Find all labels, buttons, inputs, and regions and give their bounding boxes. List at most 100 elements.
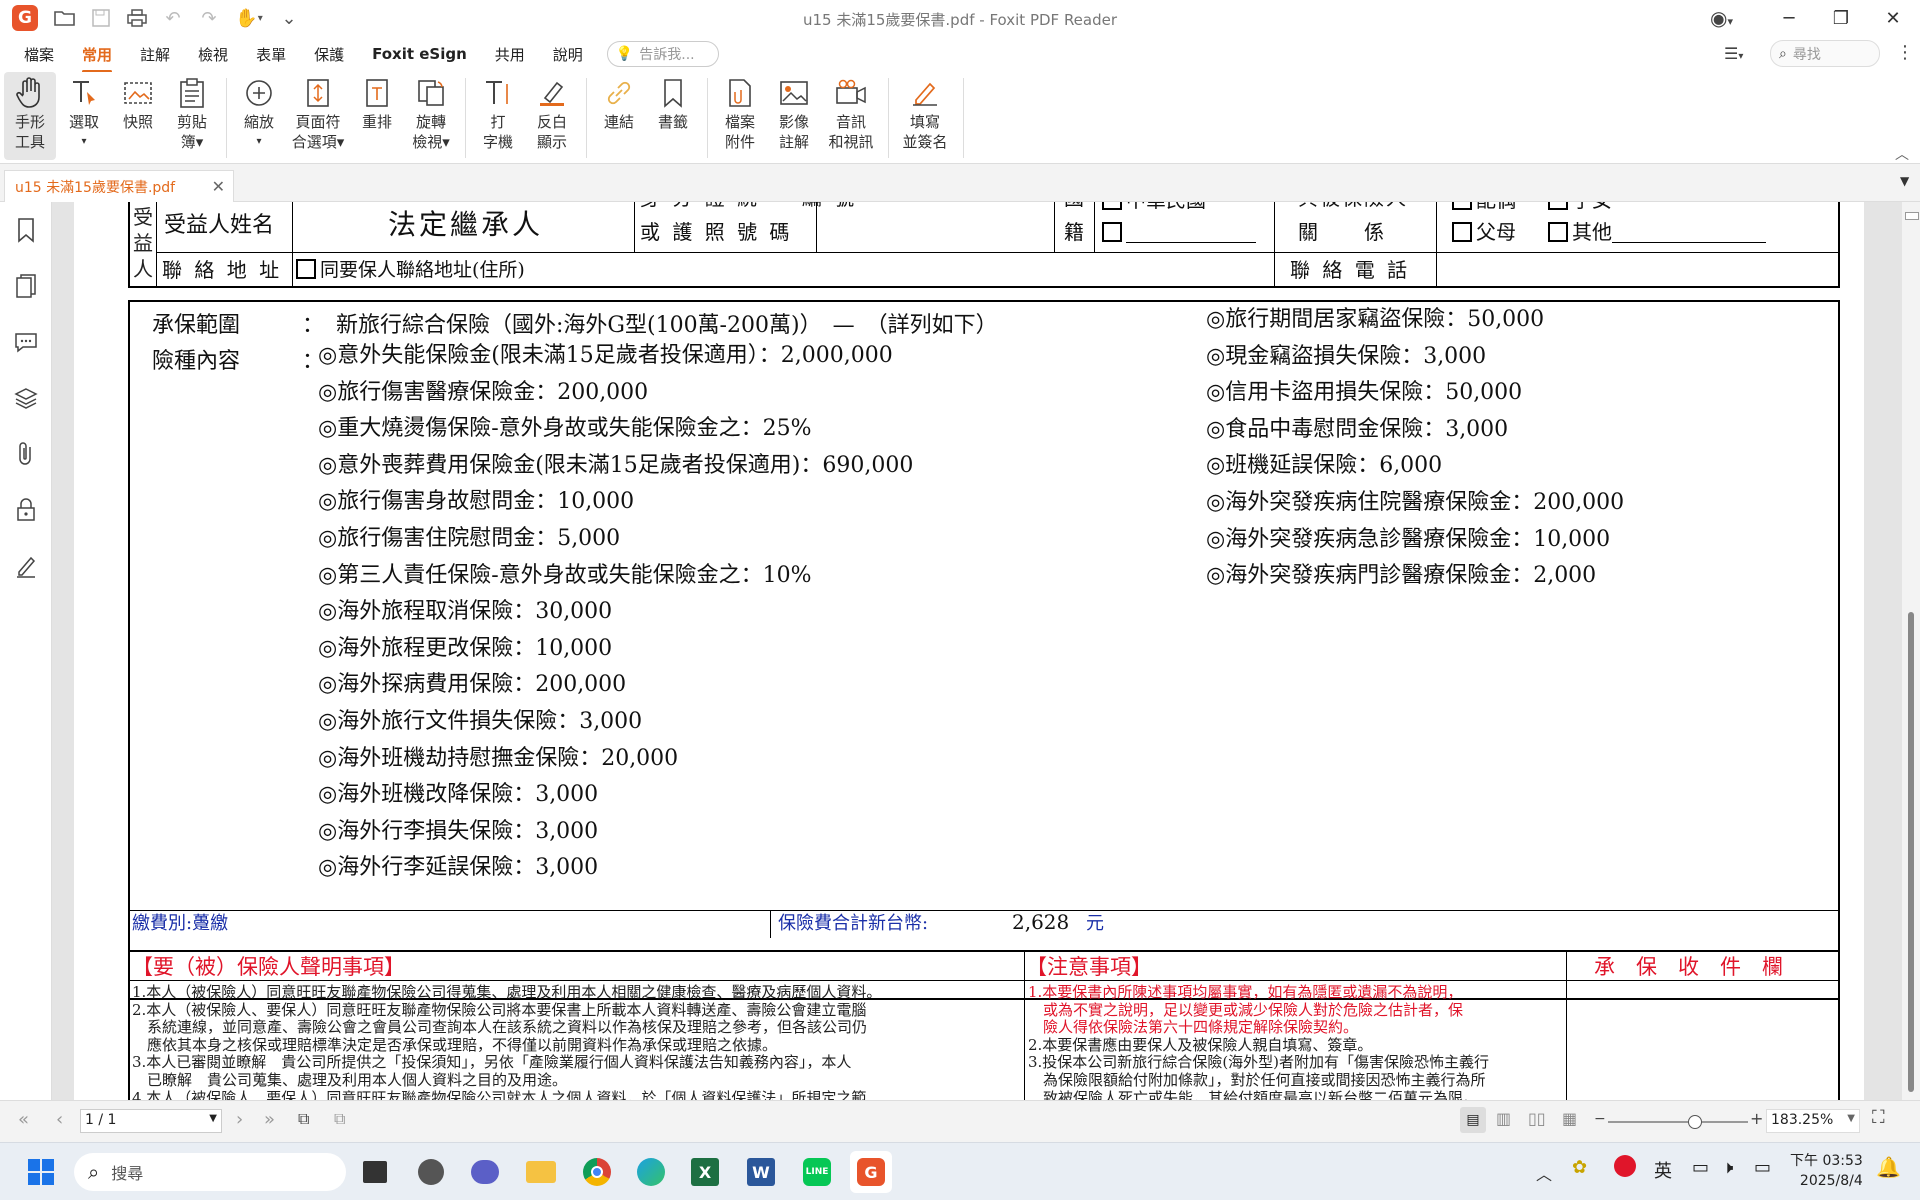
close-tab-icon[interactable]: ✕ [212, 177, 225, 196]
checkbox-spouse[interactable] [1452, 202, 1472, 210]
close-button[interactable]: ✕ [1867, 0, 1919, 36]
more-options-icon[interactable]: ⋮ [1896, 42, 1914, 63]
battery-icon[interactable]: ▭ [1754, 1157, 1771, 1178]
fit-page-button[interactable]: 頁面符 合選項▾ [287, 72, 349, 160]
bookmarks-panel-icon[interactable] [0, 202, 52, 258]
tray-red-app-icon[interactable] [1614, 1155, 1636, 1177]
pages-panel-icon[interactable] [0, 258, 52, 314]
document-view[interactable]: 受 益 人 受益人姓名 法定繼承人 身 分 證 統 一 編 號 或 護 照 號 … [52, 202, 1902, 1100]
vertical-scrollbar[interactable] [1902, 202, 1920, 1100]
rotate-view-button[interactable]: 旋轉 檢視▾ [405, 72, 457, 160]
undo-icon[interactable]: ↶ [160, 5, 186, 31]
hand-tool-button[interactable]: 手形 工具 [4, 72, 56, 160]
search-options-icon[interactable]: ☰▾ [1724, 44, 1743, 63]
fill-sign-button[interactable]: 填寫 並簽名 [895, 72, 955, 160]
tab-file[interactable]: 檔案 [10, 38, 68, 71]
previous-page-icon[interactable]: ‹ [56, 1109, 63, 1130]
tab-form[interactable]: 表單 [242, 38, 300, 71]
continuous-facing-view-icon[interactable]: ▦ [1562, 1109, 1577, 1128]
foxit-taskbar-icon[interactable]: G [850, 1151, 892, 1193]
bookmark-button[interactable]: 書籤 [647, 72, 699, 160]
excel-icon[interactable]: X [684, 1151, 726, 1193]
page-dropdown-icon[interactable]: ▼ [209, 1113, 217, 1124]
last-page-icon[interactable]: » [264, 1109, 275, 1130]
next-view-icon[interactable]: ⧉ [334, 1109, 345, 1129]
zoom-level-field[interactable]: 183.25% ▼ [1766, 1109, 1860, 1133]
print-icon[interactable] [124, 5, 150, 31]
customize-qat-icon[interactable]: ⌄ [276, 5, 302, 31]
chrome-icon[interactable] [576, 1151, 618, 1193]
collapse-ribbon-icon[interactable]: ︿ [1895, 144, 1909, 164]
checkbox-other-nation[interactable] [1102, 222, 1122, 242]
tab-view[interactable]: 檢視 [184, 38, 242, 71]
tab-home[interactable]: 常用 [68, 38, 126, 73]
copilot-icon[interactable] [410, 1151, 452, 1193]
layers-panel-icon[interactable] [0, 370, 52, 426]
document-tab[interactable]: u15 未滿15歲要保書.pdf ✕ [4, 170, 234, 202]
snapshot-button[interactable]: 快照 [112, 72, 164, 160]
select-tool-button[interactable]: 選取 ▾ [58, 72, 110, 160]
link-button[interactable]: 連結 [593, 72, 645, 160]
word-icon[interactable]: W [740, 1151, 782, 1193]
typewriter-button[interactable]: 打字機 [472, 72, 524, 160]
account-icon[interactable]: ◉▾ [1710, 6, 1733, 30]
zoom-out-icon[interactable]: − [1594, 1111, 1606, 1127]
hand-dropdown-icon[interactable]: ✋ ▾ [232, 5, 266, 31]
scrollbar-thumb[interactable] [1908, 612, 1914, 1092]
highlight-button[interactable]: 反白 顯示 [526, 72, 578, 160]
ime-indicator[interactable]: 英 [1654, 1157, 1672, 1183]
image-annotation-button[interactable]: 影像 註解 [768, 72, 820, 160]
fullscreen-icon[interactable]: ⛶ [1872, 1107, 1885, 1128]
single-page-view-icon[interactable]: ▤ [1460, 1107, 1486, 1133]
task-view-icon[interactable] [354, 1151, 396, 1193]
previous-view-icon[interactable]: ⧉ [298, 1109, 309, 1129]
checkbox-other-relation[interactable] [1548, 222, 1568, 242]
page-number-field[interactable]: 1 / 1 ▼ [80, 1109, 222, 1133]
tell-me-box[interactable]: 💡 告訴我... [606, 41, 719, 67]
notification-bell-icon[interactable]: 🔔 [1876, 1155, 1901, 1179]
edge-icon[interactable] [630, 1151, 672, 1193]
teams-chat-icon[interactable] [464, 1151, 506, 1193]
maximize-button[interactable]: ❐ [1815, 0, 1867, 36]
first-page-icon[interactable]: « [18, 1109, 29, 1130]
show-hidden-icons[interactable]: ︿ [1536, 1161, 1552, 1185]
continuous-view-icon[interactable]: ▥ [1496, 1109, 1511, 1128]
minimize-button[interactable]: ─ [1763, 0, 1815, 36]
redo-icon[interactable]: ↷ [196, 5, 222, 31]
clipboard-button[interactable]: 剪貼 簿▾ [166, 72, 218, 160]
checkbox-roc[interactable] [1102, 202, 1122, 210]
tab-esign[interactable]: Foxit eSign [358, 39, 481, 69]
zoom-button[interactable]: 縮放 ▾ [233, 72, 285, 160]
foxit-logo-icon[interactable]: G [12, 5, 38, 31]
open-folder-icon[interactable] [52, 5, 78, 31]
tab-list-dropdown-icon[interactable]: ▼ [1900, 174, 1909, 188]
checkbox-same-address[interactable] [296, 259, 316, 279]
zoom-in-status-icon[interactable]: + [1750, 1109, 1763, 1128]
tab-protect[interactable]: 保護 [300, 38, 358, 71]
checkbox-parent[interactable] [1452, 222, 1472, 242]
security-panel-icon[interactable] [0, 482, 52, 538]
reflow-button[interactable]: 重排 [351, 72, 403, 160]
attachments-panel-icon[interactable] [0, 426, 52, 482]
signature-panel-icon[interactable] [0, 538, 52, 594]
find-box[interactable]: ⌕ 尋找 [1770, 40, 1880, 67]
tab-comment[interactable]: 註解 [126, 38, 184, 71]
comments-panel-icon[interactable] [0, 314, 52, 370]
zoom-dropdown-icon[interactable]: ▼ [1847, 1113, 1855, 1124]
zoom-slider-thumb[interactable] [1688, 1115, 1702, 1129]
taskbar-search[interactable]: ⌕ 搜尋 [74, 1153, 346, 1191]
zoom-slider-track[interactable] [1608, 1121, 1748, 1123]
volume-muted-icon[interactable]: 🕨 [1722, 1157, 1733, 1178]
audio-video-button[interactable]: 音訊 和視訊 [822, 72, 880, 160]
line-icon[interactable]: LINE [796, 1151, 838, 1193]
next-page-icon[interactable]: › [236, 1109, 243, 1130]
tray-app-icon[interactable]: ✿ [1572, 1157, 1587, 1178]
display-icon[interactable]: ▭ [1692, 1157, 1709, 1178]
tab-help[interactable]: 說明 [539, 38, 597, 71]
windows-start-icon[interactable] [20, 1151, 62, 1193]
tab-share[interactable]: 共用 [481, 38, 539, 71]
facing-view-icon[interactable]: ▯▯ [1528, 1109, 1546, 1128]
save-icon[interactable] [88, 5, 114, 31]
checkbox-child[interactable] [1548, 202, 1568, 210]
clock[interactable]: 下午 03:53 2025/8/4 [1790, 1151, 1863, 1191]
